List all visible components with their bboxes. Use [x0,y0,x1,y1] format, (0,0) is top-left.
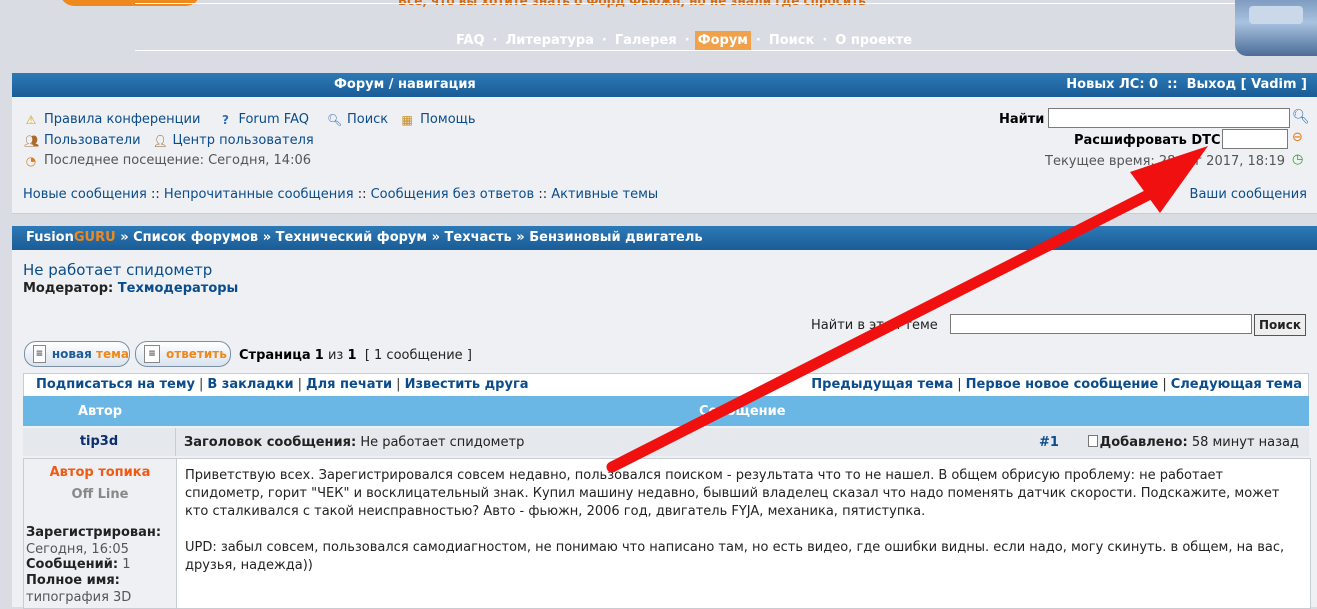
post-paragraph: Приветствую всех. Зарегистрировался совс… [185,468,1280,519]
post-author-link[interactable]: tip3d [23,428,176,456]
nav-faq[interactable]: FAQ [453,31,488,50]
document-icon: ≡ [33,345,46,363]
author-profile: Автор топика Off Line Зарегистрирован: С… [24,459,177,608]
print-link[interactable]: Для печати [306,377,392,392]
online-status: Off Line [71,487,129,502]
breadcrumb-tech-forum[interactable]: Технический форум [276,230,427,245]
ucp-link[interactable]: Центр пользователя [173,133,314,148]
quick-search-input[interactable] [1048,108,1290,128]
full-name: типография 3D [26,590,132,605]
search-icon[interactable]: 🔍︎ [1292,109,1310,125]
post-paragraph: UPD: забыл совсем, пользовался самодиагн… [185,540,1285,573]
topic-tools: Подписаться на тему | В закладки | Для печат… [23,373,1309,397]
users-icon: 👥︎ [24,133,40,148]
help-link[interactable]: Помощь [420,112,475,127]
active-topics-link[interactable]: Активные темы [551,187,658,202]
breadcrumb-tech-part[interactable]: Техчасть [445,230,512,245]
faq-link[interactable]: Forum FAQ [238,112,309,127]
logout-link[interactable]: Выход [ Vadim ] [1187,77,1307,92]
nav-forum[interactable]: Форум [694,30,751,50]
search-topic-input[interactable] [950,314,1252,334]
previous-topic-link[interactable]: Предыдущая тема [811,377,953,392]
new-posts-link[interactable]: Новые сообщения [23,187,147,202]
nav-panel: ⚠ Правила конференции ? Forum FAQ 🔍︎ Пои… [12,97,1317,214]
current-time: Текущее время: 28 авг 2017, 18:19 [1045,154,1285,169]
next-topic-link[interactable]: Следующая тема [1171,377,1302,392]
search-link[interactable]: Поиск [347,112,388,127]
first-new-post-link[interactable]: Первое новое сообщение [966,377,1159,392]
registered-date: Сегодня, 16:05 [26,542,129,557]
subscribe-link[interactable]: Подписаться на тему [36,377,195,392]
nav-search[interactable]: Поиск [766,31,817,50]
post-subject: Заголовок сообщения: Не работает спидоме… [184,435,525,450]
forum-nav-bar: Форум / навигация Новых ЛС: 0 :: Выход [… [12,73,1317,97]
email-friend-link[interactable]: Известить друга [405,377,529,392]
new-pm-link[interactable]: Новых ЛС: 0 [1066,77,1158,92]
unread-posts-link[interactable]: Непрочитанные сообщения [164,187,354,202]
dtc-input[interactable] [1222,129,1288,149]
post-added: Добавлено: 58 минут назад [1087,435,1299,450]
post-number-link[interactable]: #1 [1039,435,1059,450]
topic-title[interactable]: Не работает спидометр [23,261,212,279]
bookmark-link[interactable]: В закладки [207,377,293,392]
document-icon: ≡ [144,345,160,363]
last-visit: Последнее посещение: Сегодня, 14:06 [44,153,311,168]
rules-link[interactable]: Правила конференции [44,112,200,127]
breadcrumb-petrol-engine[interactable]: Бензиновый двигатель [529,230,702,245]
nav-literature[interactable]: Литература [502,31,596,50]
unanswered-posts-link[interactable]: Сообщения без ответов [371,187,535,202]
post-content: Приветствую всех. Зарегистрировался совс… [185,467,1295,593]
search-topic-button[interactable]: Поиск [1254,314,1306,336]
new-topic-button[interactable]: ≡ новая тема [24,341,130,367]
members-link[interactable]: Пользователи [44,133,141,148]
dtc-label: Расшифровать DTC [1074,133,1221,148]
post-count: [ 1 сообщение ] [364,348,472,363]
user-bar: Новых ЛС: 0 :: Выход [ Vadim ] [1066,77,1307,92]
topic-area: Не работает спидометр Модератор: Техмоде… [12,250,1317,609]
your-posts-link[interactable]: Ваши сообщения [1190,187,1307,202]
top-nav: FAQ · Литература · Галерея · Форум · Пои… [453,29,915,51]
column-message: Сообщение [699,404,786,419]
nav-gallery[interactable]: Галерея [612,31,680,50]
reply-button[interactable]: ≡ ответить [135,341,231,367]
breadcrumb: FusionGURU » Список форумов » Технически… [26,230,703,245]
column-author: Автор [78,404,123,419]
clock-icon: ◔ [25,153,37,168]
post-icon [1087,435,1098,447]
nav-about[interactable]: О проекте [832,31,915,50]
forum-nav-title: Форум / навигация [334,77,476,92]
pagination: Страница 1 из 1 [ 1 сообщение ] [239,348,472,363]
question-icon: ? [221,112,229,127]
breadcrumb-bar: FusionGURU » Список форумов » Технически… [12,226,1317,250]
post-body: Автор топика Off Line Зарегистрирован: С… [23,458,1311,609]
warning-icon: ⚠ [25,112,37,127]
posts-table-header: Автор Сообщение [23,396,1309,426]
car-image [1235,0,1317,56]
post-header: tip3d Заголовок сообщения: Не работает с… [23,428,1309,456]
moderator-link[interactable]: Техмодераторы [118,281,239,296]
site-header: Все, что вы хотите знать о Форд Фьюжн, н… [0,0,1317,66]
clock-icon: ◷ [1292,152,1304,167]
site-slogan: Все, что вы хотите знать о Форд Фьюжн, н… [398,0,866,8]
find-label: Найти [999,112,1045,127]
posts-count: 1 [122,557,131,572]
help-icon: ▦ [401,112,413,127]
breadcrumb-site[interactable]: FusionGURU [26,230,116,245]
user-icon: 👤︎ [152,133,168,148]
search-topic-label: Найти в этой теме [811,318,938,333]
breadcrumb-forum-list[interactable]: Список форумов [133,230,258,245]
moderator-line: Модератор: Техмодераторы [23,281,239,296]
topic-author-badge: Автор топика [49,465,151,480]
search-icon: 🔍︎ [326,112,343,127]
dtc-submit-icon[interactable]: ⊖ [1292,130,1303,145]
